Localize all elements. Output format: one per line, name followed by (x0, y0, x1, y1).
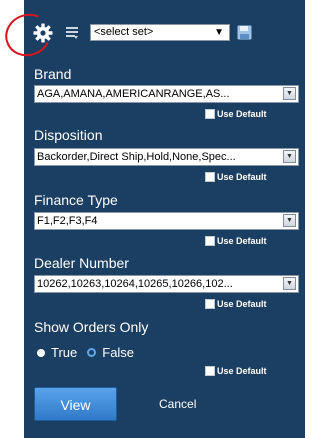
chevron-down-icon: ▼ (214, 27, 224, 38)
finance-type-value: F1,F2,F3,F4 (37, 215, 98, 227)
cancel-button[interactable]: Cancel (159, 397, 196, 411)
chevron-down-icon: ▼ (283, 150, 296, 163)
brand-label: Brand (34, 66, 72, 82)
use-default-label: Use Default (217, 109, 267, 119)
use-default-label: Use Default (217, 299, 267, 309)
radio-true[interactable] (37, 348, 45, 357)
radio-false-label[interactable]: False (102, 345, 134, 360)
radio-false[interactable] (87, 348, 97, 357)
save-icon[interactable] (237, 25, 252, 40)
radio-true-label[interactable]: True (51, 345, 77, 360)
checkbox[interactable] (205, 299, 215, 309)
disposition-use-default[interactable]: Use Default (205, 172, 267, 182)
brand-value: AGA,AMANA,AMERICANRANGE,AS... (37, 88, 230, 100)
brand-use-default[interactable]: Use Default (205, 109, 267, 119)
use-default-label: Use Default (217, 236, 267, 246)
finance-type-select[interactable]: F1,F2,F3,F4 ▼ (34, 212, 299, 230)
dealer-number-select[interactable]: 10262,10263,10264,10265,10266,102... ▼ (34, 275, 299, 293)
finance-type-label: Finance Type (34, 192, 118, 208)
list-icon[interactable] (65, 26, 79, 40)
filter-panel: <select set> ▼ Brand AGA,AMANA,AMERICANR… (24, 0, 305, 438)
disposition-value: Backorder,Direct Ship,Hold,None,Spec... (37, 151, 236, 163)
chevron-down-icon: ▼ (283, 87, 296, 100)
view-button[interactable]: View (34, 387, 117, 421)
toolbar: <select set> ▼ (24, 0, 305, 62)
disposition-select[interactable]: Backorder,Direct Ship,Hold,None,Spec... … (34, 148, 299, 166)
checkbox[interactable] (205, 366, 215, 376)
dealer-number-label: Dealer Number (34, 255, 129, 271)
brand-select[interactable]: AGA,AMANA,AMERICANRANGE,AS... ▼ (34, 85, 299, 103)
show-orders-radio-group: True False (37, 345, 134, 360)
disposition-label: Disposition (34, 127, 103, 143)
checkbox[interactable] (205, 172, 215, 182)
checkbox[interactable] (205, 109, 215, 119)
checkbox[interactable] (205, 236, 215, 246)
set-select[interactable]: <select set> ▼ (90, 24, 230, 41)
dealer-number-use-default[interactable]: Use Default (205, 299, 267, 309)
chevron-down-icon: ▼ (283, 214, 296, 227)
finance-type-use-default[interactable]: Use Default (205, 236, 267, 246)
chevron-down-icon: ▼ (283, 277, 296, 290)
dealer-number-value: 10262,10263,10264,10265,10266,102... (37, 278, 233, 290)
show-orders-use-default[interactable]: Use Default (205, 366, 267, 376)
set-select-value: <select set> (94, 26, 154, 38)
use-default-label: Use Default (217, 172, 267, 182)
use-default-label: Use Default (217, 366, 267, 376)
show-orders-label: Show Orders Only (34, 319, 149, 335)
